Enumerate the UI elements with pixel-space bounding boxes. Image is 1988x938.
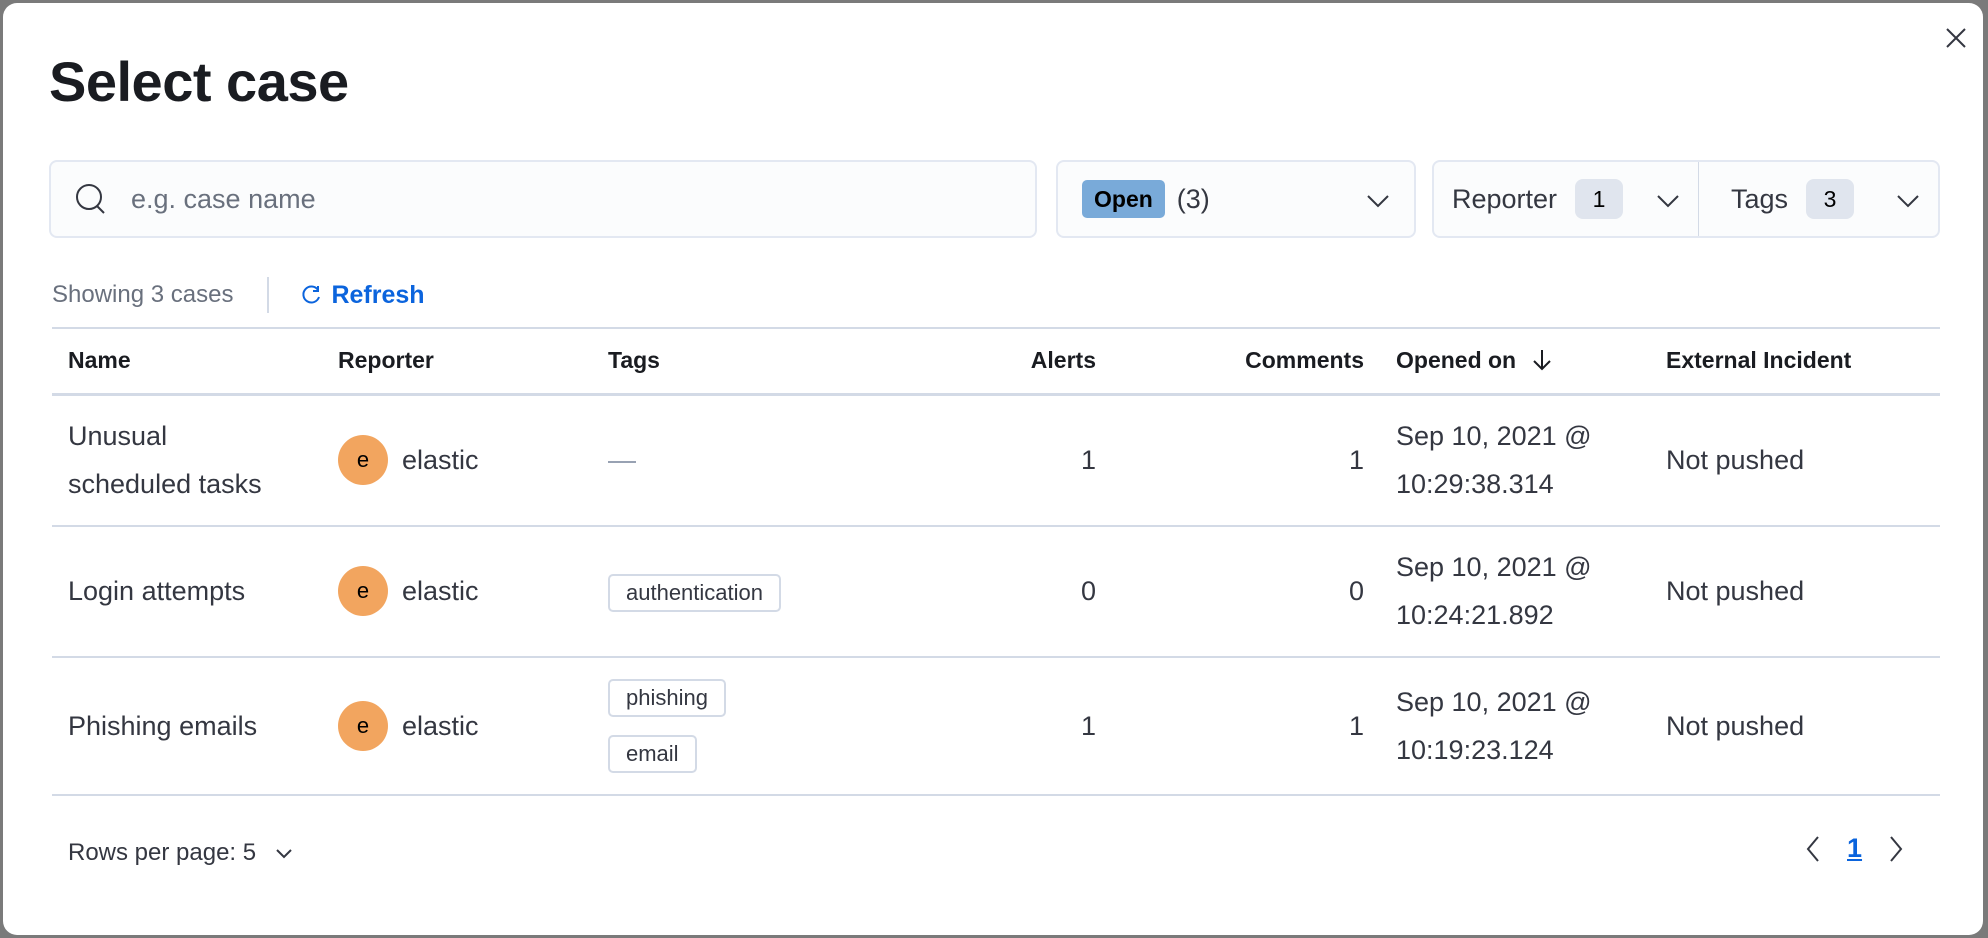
chevron-down-icon xyxy=(276,849,292,859)
opened-date: Sep 10, 2021 @ xyxy=(1396,686,1592,717)
external-incident: Not pushed xyxy=(1666,576,1805,606)
opened-on: Sep 10, 2021 @ 10:19:23.124 xyxy=(1380,657,1650,795)
reporter-name: elastic xyxy=(402,445,479,475)
table-row[interactable]: Unusual scheduled tasks e elastic 1 1 Se… xyxy=(52,394,1940,526)
sort-descending-icon xyxy=(1532,350,1551,371)
column-header-tags[interactable]: Tags xyxy=(592,328,852,394)
case-name[interactable]: Phishing emails xyxy=(52,657,322,795)
divider xyxy=(267,277,270,313)
column-header-external-incident[interactable]: External Incident xyxy=(1650,328,1940,394)
showing-count: Showing 3 cases xyxy=(52,281,234,308)
pagination: 1 xyxy=(1803,833,1906,864)
comments-count: 1 xyxy=(1348,710,1364,741)
select-case-modal: Select case Open (3) Reporter 1 Tags 3 xyxy=(3,3,1983,935)
rows-per-page-button[interactable]: Rows per page: 5 xyxy=(68,839,294,867)
opened-time: 10:29:38.314 xyxy=(1396,469,1554,499)
search-icon xyxy=(76,184,105,214)
page-number-button[interactable]: 1 xyxy=(1847,833,1862,864)
reporter-filter-count: 1 xyxy=(1575,179,1624,219)
opened-date: Sep 10, 2021 @ xyxy=(1396,552,1592,582)
rows-per-page-label: Rows per page: 5 xyxy=(68,839,257,866)
tags-filter-count: 3 xyxy=(1806,179,1855,219)
alerts-count: 1 xyxy=(1080,710,1096,741)
table-utility-bar: Showing 3 cases Refresh xyxy=(52,273,425,317)
comments-count: 0 xyxy=(1348,576,1364,606)
table-row[interactable]: Phishing emails e elastic phishing email… xyxy=(52,657,1940,795)
cases-table: Name Reporter Tags Alerts Comments Opene… xyxy=(52,327,1940,796)
chevron-down-icon xyxy=(1897,195,1919,208)
avatar: e xyxy=(338,566,388,616)
refresh-label: Refresh xyxy=(331,280,425,309)
comments-count: 1 xyxy=(1348,445,1364,475)
tags-list: phishing email xyxy=(608,678,836,773)
column-header-reporter[interactable]: Reporter xyxy=(322,328,592,394)
opened-on: Sep 10, 2021 @ 10:29:38.314 xyxy=(1380,394,1650,526)
tags-filter-button[interactable]: Tags 3 xyxy=(1699,162,1938,236)
status-badge: Open xyxy=(1082,180,1165,218)
tag-badge: email xyxy=(608,734,697,773)
reporter-name: elastic xyxy=(402,576,479,606)
reporter-cell: e elastic xyxy=(338,700,576,751)
column-header-name[interactable]: Name xyxy=(52,328,322,394)
chevron-down-icon xyxy=(1367,195,1389,208)
opened-time: 10:24:21.892 xyxy=(1396,600,1554,630)
reporter-filter-label: Reporter xyxy=(1452,183,1558,214)
empty-tags-dash xyxy=(608,460,636,463)
modal-title: Select case xyxy=(49,50,349,113)
status-count: (3) xyxy=(1176,183,1210,214)
opened-date: Sep 10, 2021 @ xyxy=(1396,421,1592,451)
external-incident: Not pushed xyxy=(1666,710,1805,741)
avatar: e xyxy=(338,435,388,485)
previous-page-button[interactable] xyxy=(1803,834,1823,864)
case-name[interactable]: Unusual scheduled tasks xyxy=(52,394,322,526)
table-row[interactable]: Login attempts e elastic authentication … xyxy=(52,526,1940,657)
search-input[interactable] xyxy=(129,182,993,216)
filter-group: Reporter 1 Tags 3 xyxy=(1432,160,1940,238)
close-icon xyxy=(1946,28,1966,48)
column-header-alerts[interactable]: Alerts xyxy=(852,328,1112,394)
reporter-cell: e elastic xyxy=(338,435,576,485)
tag-badge: phishing xyxy=(608,678,726,717)
column-header-opened-on[interactable]: Opened on xyxy=(1380,328,1650,394)
external-incident: Not pushed xyxy=(1666,445,1805,475)
next-page-button[interactable] xyxy=(1886,834,1906,864)
opened-on-label: Opened on xyxy=(1396,347,1517,374)
case-name[interactable]: Login attempts xyxy=(52,526,322,657)
chevron-right-icon xyxy=(1890,835,1903,862)
alerts-count: 0 xyxy=(1080,576,1096,606)
search-field[interactable] xyxy=(49,160,1037,238)
avatar: e xyxy=(338,700,388,751)
chevron-left-icon xyxy=(1806,835,1819,862)
tag-badge: authentication xyxy=(608,574,781,612)
refresh-icon xyxy=(302,285,321,304)
refresh-button[interactable]: Refresh xyxy=(301,280,425,310)
chevron-down-icon xyxy=(1657,195,1679,208)
reporter-cell: e elastic xyxy=(338,566,576,616)
status-filter-select[interactable]: Open (3) xyxy=(1056,160,1416,238)
opened-time: 10:19:23.124 xyxy=(1396,734,1554,765)
opened-on: Sep 10, 2021 @ 10:24:21.892 xyxy=(1380,526,1650,657)
tags-filter-label: Tags xyxy=(1731,183,1789,214)
reporter-name: elastic xyxy=(402,710,479,741)
close-button[interactable] xyxy=(1939,21,1973,55)
column-header-comments[interactable]: Comments xyxy=(1112,328,1380,394)
alerts-count: 1 xyxy=(1080,445,1096,475)
reporter-filter-button[interactable]: Reporter 1 xyxy=(1434,162,1699,236)
table-header-row: Name Reporter Tags Alerts Comments Opene… xyxy=(52,328,1940,394)
